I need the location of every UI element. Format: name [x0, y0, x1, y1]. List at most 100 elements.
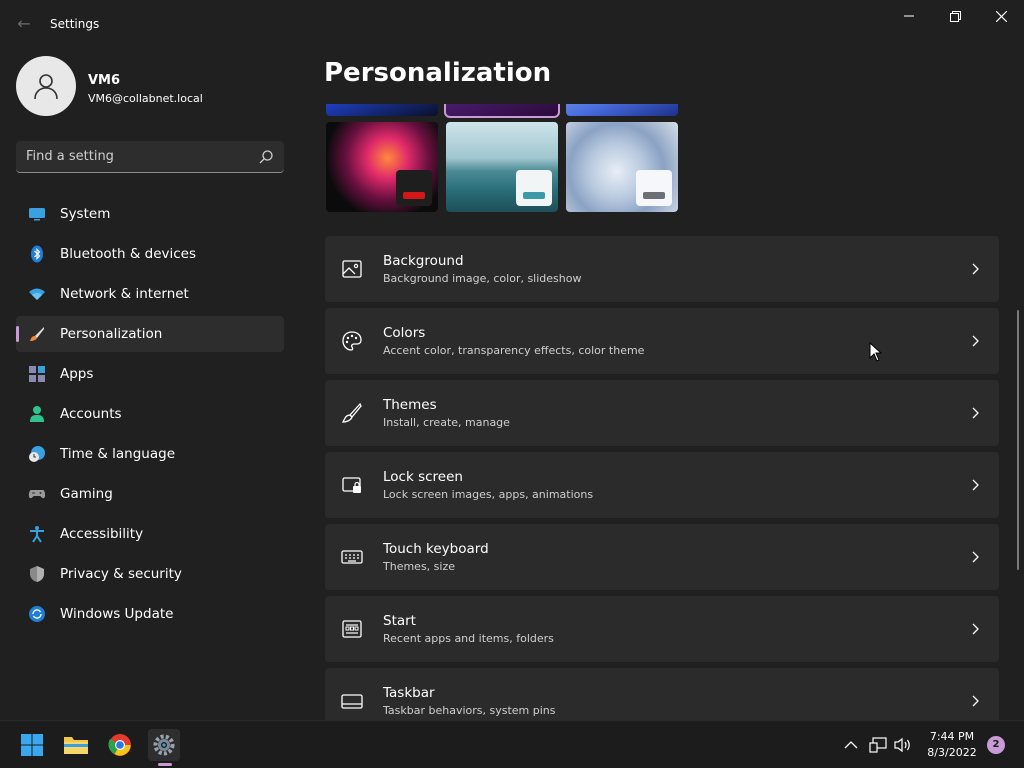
keyboard-icon [341, 550, 363, 564]
restore-button[interactable] [932, 0, 978, 32]
chevron-right-icon [972, 263, 979, 275]
chevron-right-icon [972, 695, 979, 707]
sidebar-item-privacy[interactable]: Privacy & security [16, 556, 284, 592]
user-email: VM6@collabnet.local [88, 92, 203, 105]
shield-icon [28, 565, 46, 583]
minimize-button[interactable] [886, 0, 932, 32]
card-title: Start [383, 613, 416, 629]
card-subtitle: Recent apps and items, folders [383, 632, 554, 645]
settings-taskbar-button[interactable] [148, 729, 180, 761]
clock[interactable]: 7:44 PM 8/3/2022 [920, 729, 984, 761]
bluetooth-icon [28, 245, 46, 263]
chevron-right-icon [972, 623, 979, 635]
sidebar-item-label: Privacy & security [60, 566, 182, 582]
active-app-indicator [158, 763, 172, 766]
clock-globe-icon [28, 445, 46, 463]
sidebar-item-apps[interactable]: Apps [16, 356, 284, 392]
card-title: Taskbar [383, 685, 435, 701]
chevron-right-icon [972, 335, 979, 347]
accounts-icon [28, 405, 46, 423]
palette-icon [342, 331, 362, 351]
volume-tray-button[interactable] [893, 735, 913, 755]
colors-card[interactable]: Colors Accent color, transparency effect… [325, 308, 999, 374]
theme-thumbnail[interactable] [326, 104, 438, 116]
sidebar-item-label: Time & language [60, 446, 176, 462]
search-placeholder: Find a setting [26, 149, 114, 164]
lock-screen-card[interactable]: Lock screen Lock screen images, apps, an… [325, 452, 999, 518]
sidebar-item-bluetooth[interactable]: Bluetooth & devices [16, 236, 284, 272]
sidebar-item-label: Gaming [60, 486, 113, 502]
avatar [16, 56, 76, 116]
search-icon [259, 150, 273, 164]
file-explorer-button[interactable] [60, 729, 92, 761]
sidebar-item-label: Accounts [60, 406, 122, 422]
search-input[interactable]: Find a setting [16, 141, 284, 173]
start-icon [342, 620, 362, 638]
close-icon [995, 10, 1007, 22]
lock-screen-icon [342, 477, 361, 493]
scrollbar[interactable] [1017, 310, 1019, 570]
chevron-right-icon [972, 407, 979, 419]
touch-keyboard-card[interactable]: Touch keyboard Themes, size [325, 524, 999, 590]
card-title: Touch keyboard [383, 541, 489, 557]
brush-icon [341, 402, 362, 423]
sidebar-item-label: Windows Update [60, 606, 174, 622]
user-name: VM6 [88, 73, 121, 88]
card-subtitle: Themes, size [383, 560, 455, 573]
start-button[interactable] [16, 729, 48, 761]
card-subtitle: Background image, color, slideshow [383, 272, 582, 285]
sidebar-item-label: Accessibility [60, 526, 144, 542]
back-button[interactable]: ← [12, 12, 36, 36]
theme-thumbnail[interactable] [566, 104, 678, 116]
sidebar-item-label: Network & internet [60, 286, 189, 302]
sidebar-item-network[interactable]: Network & internet [16, 276, 284, 312]
accessibility-icon [28, 525, 46, 543]
chrome-button[interactable] [104, 729, 136, 761]
show-hidden-icons-button[interactable] [841, 735, 861, 755]
network-tray-button[interactable] [868, 735, 888, 755]
card-subtitle: Accent color, transparency effects, colo… [383, 344, 645, 357]
sidebar-item-accessibility[interactable]: Accessibility [16, 516, 284, 552]
sidebar-item-time-language[interactable]: Time & language [16, 436, 284, 472]
sidebar-item-system[interactable]: System [16, 196, 284, 232]
chrome-icon [108, 734, 131, 756]
close-button[interactable] [978, 0, 1024, 32]
sidebar-item-windows-update[interactable]: Windows Update [16, 596, 284, 632]
theme-thumbnail[interactable] [444, 104, 560, 118]
sidebar-item-gaming[interactable]: Gaming [16, 476, 284, 512]
brush-icon [28, 325, 46, 343]
taskbar-card[interactable]: Taskbar Taskbar behaviors, system pins [325, 668, 999, 726]
sidebar-item-label: System [60, 206, 111, 222]
background-card[interactable]: Background Background image, color, slid… [325, 236, 999, 302]
notification-badge[interactable]: 2 [987, 736, 1005, 754]
update-icon [28, 605, 46, 623]
system-icon [28, 205, 46, 223]
card-subtitle: Lock screen images, apps, animations [383, 488, 594, 501]
theme-thumbnail[interactable] [566, 122, 678, 212]
clock-date: 8/3/2022 [927, 746, 977, 759]
image-icon [342, 260, 362, 278]
user-icon [34, 74, 58, 100]
volume-icon [894, 737, 910, 753]
sidebar-item-accounts[interactable]: Accounts [16, 396, 284, 432]
sidebar-item-personalization[interactable]: Personalization [16, 316, 284, 352]
card-subtitle: Install, create, manage [383, 416, 510, 429]
start-card[interactable]: Start Recent apps and items, folders [325, 596, 999, 662]
theme-thumbnail[interactable] [326, 122, 438, 212]
restore-icon [949, 10, 961, 22]
taskbar-icon [341, 694, 363, 709]
chevron-right-icon [972, 551, 979, 563]
mouse-cursor-icon [869, 342, 883, 362]
sidebar-nav: System Bluetooth & devices Network & int… [16, 196, 284, 636]
card-title: Lock screen [383, 469, 463, 485]
theme-thumbnail[interactable] [446, 122, 558, 212]
sidebar-item-label: Apps [60, 366, 94, 382]
title-bar: ← Settings [0, 0, 1024, 48]
themes-card[interactable]: Themes Install, create, manage [325, 380, 999, 446]
folder-icon [64, 737, 88, 754]
gear-icon [153, 734, 175, 756]
window-title: Settings [50, 17, 100, 31]
card-title: Colors [383, 325, 426, 341]
windows-logo-icon [21, 734, 43, 756]
apps-icon [28, 365, 46, 383]
